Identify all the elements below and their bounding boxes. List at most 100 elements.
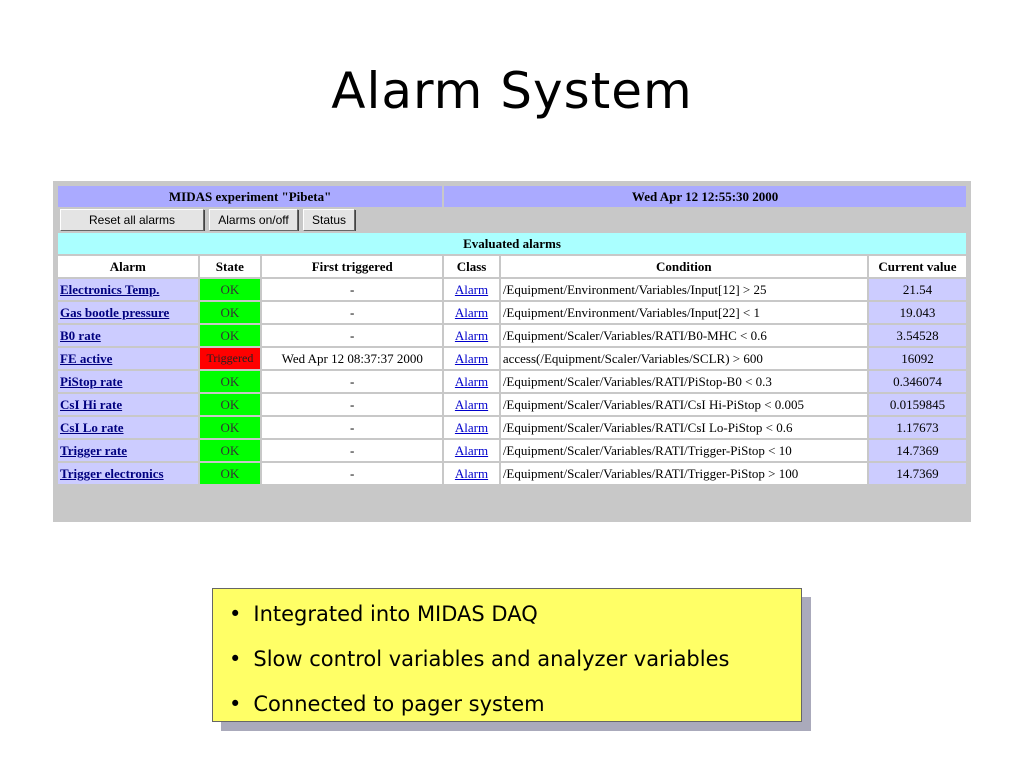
current-value-cell: 14.7369: [868, 463, 966, 484]
current-value-cell: 1.17673: [868, 417, 966, 438]
experiment-title: MIDAS experiment "Pibeta": [58, 186, 443, 207]
class-link[interactable]: Alarm: [455, 466, 488, 481]
alarm-name-cell: CsI Hi rate: [58, 394, 198, 415]
condition-cell: /Equipment/Scaler/Variables/RATI/B0-MHC …: [500, 325, 867, 346]
alarm-name-link[interactable]: PiStop rate: [60, 374, 122, 389]
alarm-name-cell: CsI Lo rate: [58, 417, 198, 438]
class-cell: Alarm: [444, 371, 499, 392]
state-badge: OK: [199, 440, 261, 461]
class-link[interactable]: Alarm: [455, 397, 488, 412]
first-triggered-cell: -: [262, 463, 443, 484]
table-row: CsI Hi rate OK - Alarm/Equipment/Scaler/Var…: [58, 394, 966, 415]
bullet-item: Connected to pager system: [229, 683, 801, 728]
button-bar: Reset all alarms Alarms on/off Status: [58, 209, 966, 231]
current-value-cell: 0.346074: [868, 371, 966, 392]
class-link[interactable]: Alarm: [455, 328, 488, 343]
alarm-name-cell: PiStop rate: [58, 371, 198, 392]
state-badge: OK: [199, 302, 261, 323]
status-button[interactable]: Status: [302, 209, 356, 231]
table-row: Gas bootle pressure OK - Alarm/Equipment/En…: [58, 302, 966, 323]
section-title: Evaluated alarms: [58, 233, 966, 254]
alarm-name-link[interactable]: Trigger electronics: [60, 466, 164, 481]
condition-cell: /Equipment/Scaler/Variables/RATI/CsI Hi-…: [500, 394, 867, 415]
class-link[interactable]: Alarm: [455, 443, 488, 458]
alarms-on-off-button[interactable]: Alarms on/off: [209, 209, 298, 231]
state-badge: Triggered: [199, 348, 261, 369]
first-triggered-cell: -: [262, 417, 443, 438]
class-cell: Alarm: [444, 463, 499, 484]
column-header: Alarm: [58, 256, 198, 277]
column-header: Current value: [868, 256, 966, 277]
state-badge: OK: [199, 371, 261, 392]
alarm-name-cell: Gas bootle pressure: [58, 302, 198, 323]
slide-title: Alarm System: [331, 62, 693, 120]
first-triggered-cell: -: [262, 440, 443, 461]
first-triggered-cell: -: [262, 394, 443, 415]
class-link[interactable]: Alarm: [455, 351, 488, 366]
class-cell: Alarm: [444, 279, 499, 300]
state-badge: OK: [199, 394, 261, 415]
state-badge: OK: [199, 417, 261, 438]
condition-cell: /Equipment/Environment/Variables/Input[1…: [500, 279, 867, 300]
table-row: FE active Triggered Wed Apr 12 08:37:37 20…: [58, 348, 966, 369]
alarm-name-cell: Electronics Temp.: [58, 279, 198, 300]
first-triggered-cell: -: [262, 302, 443, 323]
class-link[interactable]: Alarm: [455, 282, 488, 297]
first-triggered-cell: Wed Apr 12 08:37:37 2000: [262, 348, 443, 369]
alarm-name-link[interactable]: Gas bootle pressure: [60, 305, 169, 320]
class-cell: Alarm: [444, 440, 499, 461]
table-row: CsI Lo rate OK - Alarm/Equipment/Scaler/Var…: [58, 417, 966, 438]
class-link[interactable]: Alarm: [455, 420, 488, 435]
alarm-name-link[interactable]: CsI Hi rate: [60, 397, 122, 412]
state-badge: OK: [199, 325, 261, 346]
condition-cell: /Equipment/Scaler/Variables/RATI/Trigger…: [500, 440, 867, 461]
current-value-cell: 0.0159845: [868, 394, 966, 415]
class-cell: Alarm: [444, 302, 499, 323]
condition-cell: /Equipment/Scaler/Variables/RATI/Trigger…: [500, 463, 867, 484]
class-cell: Alarm: [444, 417, 499, 438]
bullet-item: Slow control variables and analyzer vari…: [229, 638, 801, 683]
alarm-name-cell: Trigger electronics: [58, 463, 198, 484]
class-link[interactable]: Alarm: [455, 305, 488, 320]
class-cell: Alarm: [444, 325, 499, 346]
class-cell: Alarm: [444, 348, 499, 369]
column-header: State: [199, 256, 261, 277]
table-row: Electronics Temp. OK - Alarm/Equipment/Envi…: [58, 279, 966, 300]
current-value-cell: 3.54528: [868, 325, 966, 346]
first-triggered-cell: -: [262, 279, 443, 300]
first-triggered-cell: -: [262, 325, 443, 346]
table-row: PiStop rate OK - Alarm/Equipment/Scaler/Var…: [58, 371, 966, 392]
table-row: B0 rate OK - Alarm/Equipment/Scaler/Variabl…: [58, 325, 966, 346]
condition-cell: /Equipment/Scaler/Variables/RATI/PiStop-…: [500, 371, 867, 392]
bullet-list: Integrated into MIDAS DAQSlow control va…: [213, 589, 801, 728]
column-header: First triggered: [262, 256, 443, 277]
note-box: Integrated into MIDAS DAQSlow control va…: [212, 588, 802, 722]
reset-all-alarms-button[interactable]: Reset all alarms: [60, 209, 204, 231]
alarm-name-cell: FE active: [58, 348, 198, 369]
alarm-name-cell: B0 rate: [58, 325, 198, 346]
alarm-name-link[interactable]: Electronics Temp.: [60, 282, 159, 297]
datetime: Wed Apr 12 12:55:30 2000: [444, 186, 966, 207]
bullet-item: Integrated into MIDAS DAQ: [229, 593, 801, 638]
first-triggered-cell: -: [262, 371, 443, 392]
table-row: Trigger rate OK - Alarm/Equipment/Scaler/Va…: [58, 440, 966, 461]
alarm-panel: MIDAS experiment "Pibeta" Wed Apr 12 12:…: [53, 181, 971, 522]
alarm-name-link[interactable]: Trigger rate: [60, 443, 127, 458]
column-header: Condition: [500, 256, 867, 277]
alarm-name-link[interactable]: B0 rate: [60, 328, 101, 343]
current-value-cell: 21.54: [868, 279, 966, 300]
class-cell: Alarm: [444, 394, 499, 415]
column-header: Class: [444, 256, 499, 277]
alarm-table: MIDAS experiment "Pibeta" Wed Apr 12 12:…: [56, 184, 968, 486]
current-value-cell: 19.043: [868, 302, 966, 323]
alarm-name-link[interactable]: CsI Lo rate: [60, 420, 124, 435]
state-badge: OK: [199, 279, 261, 300]
state-badge: OK: [199, 463, 261, 484]
condition-cell: access(/Equipment/Scaler/Variables/SCLR)…: [500, 348, 867, 369]
condition-cell: /Equipment/Environment/Variables/Input[2…: [500, 302, 867, 323]
alarm-name-cell: Trigger rate: [58, 440, 198, 461]
table-row: Trigger electronics OK - Alarm/Equipment/Sc…: [58, 463, 966, 484]
current-value-cell: 14.7369: [868, 440, 966, 461]
alarm-name-link[interactable]: FE active: [60, 351, 112, 366]
class-link[interactable]: Alarm: [455, 374, 488, 389]
